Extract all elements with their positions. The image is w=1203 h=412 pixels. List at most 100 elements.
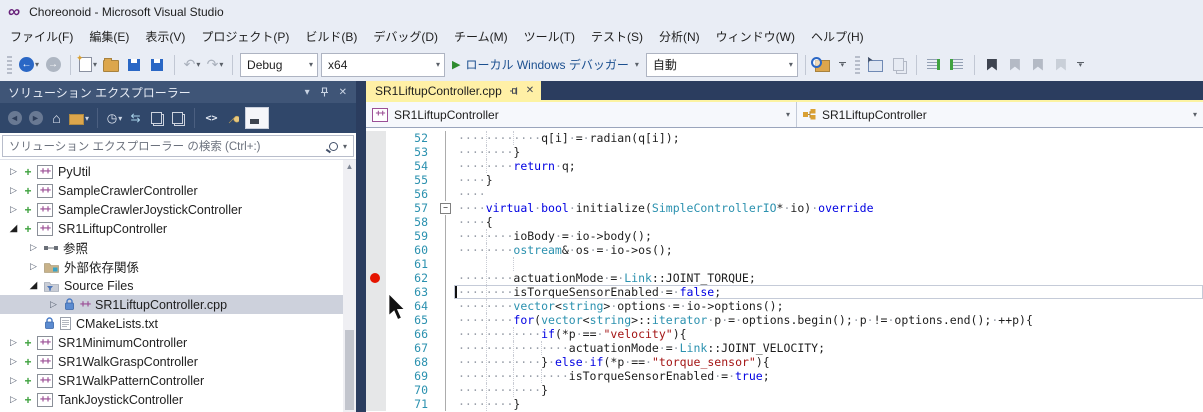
code-text[interactable]: ············} (454, 383, 1203, 397)
configuration-combo[interactable]: Debug▾ (240, 53, 318, 77)
tree-item-9[interactable]: ▷+++SR1MinimumController (0, 333, 343, 352)
previous-bookmark-button[interactable] (1005, 54, 1025, 76)
code-text[interactable]: ········for(vector<string>::iterator·p·=… (454, 313, 1203, 327)
expander-icon[interactable]: ▷ (8, 394, 19, 405)
collapse-all-button[interactable] (169, 108, 186, 128)
start-debugging-button[interactable]: ▶ローカル Windows デバッガー▾ (448, 54, 643, 76)
scroll-thumb[interactable] (345, 330, 354, 410)
close-tab-icon[interactable]: ✕ (526, 85, 534, 96)
tree-item-4[interactable]: ▷参照 (0, 238, 343, 257)
expander-icon[interactable]: ▷ (28, 242, 39, 253)
outline-margin[interactable] (438, 327, 454, 341)
expander-icon[interactable]: ▷ (8, 185, 19, 196)
code-line-52[interactable]: 52············q[i]·=·radian(q[i]); (366, 131, 1203, 145)
code-line-70[interactable]: 70············} (366, 383, 1203, 397)
outline-margin[interactable] (438, 369, 454, 383)
breakpoint-margin[interactable] (366, 327, 386, 341)
menu-item-4[interactable]: ビルド(B) (297, 25, 365, 48)
breakpoint-margin[interactable] (366, 397, 386, 411)
tree-scrollbar[interactable]: ▲ (343, 160, 356, 412)
expander-icon[interactable]: ▷ (8, 166, 19, 177)
code-line-53[interactable]: 53········} (366, 145, 1203, 159)
menu-item-1[interactable]: 編集(E) (81, 25, 137, 48)
menu-item-5[interactable]: デバッグ(D) (365, 25, 446, 48)
pending-changes-filter-button[interactable]: ◷▾ (106, 108, 123, 128)
code-text[interactable]: ···· (454, 187, 1203, 201)
breakpoint-margin[interactable] (366, 383, 386, 397)
breakpoint-margin[interactable] (366, 201, 386, 215)
code-line-57[interactable]: 57−····virtual·bool·initialize(SimpleCon… (366, 201, 1203, 215)
tree-item-10[interactable]: ▷+++SR1WalkGraspController (0, 352, 343, 371)
home-button[interactable]: ⌂ (48, 108, 65, 128)
forward-button[interactable]: ► (27, 108, 44, 128)
outline-margin[interactable] (438, 313, 454, 327)
breakpoint-margin[interactable] (366, 159, 386, 173)
tree-item-1[interactable]: ▷+++SampleCrawlerController (0, 181, 343, 200)
breakpoint-margin[interactable] (366, 369, 386, 383)
outline-margin[interactable] (438, 383, 454, 397)
toggle-bookmark-button[interactable] (982, 54, 1002, 76)
collapse-region-icon[interactable]: − (440, 203, 451, 214)
redo-button[interactable]: ↷▾ (205, 54, 225, 76)
code-text[interactable]: ········ostream&·os·=·io->os(); (454, 243, 1203, 257)
sync-with-active-document-button[interactable]: ⇆ (127, 108, 144, 128)
save-all-button[interactable] (147, 54, 167, 76)
outline-margin[interactable] (438, 243, 454, 257)
expander-icon[interactable]: ◢ (8, 223, 19, 234)
view-code-button[interactable]: <> (203, 108, 220, 128)
breakpoint-margin[interactable] (366, 257, 386, 271)
platform-combo[interactable]: x64▾ (321, 53, 445, 77)
pin-panel-button[interactable] (315, 87, 334, 98)
tree-item-3[interactable]: ◢+++SR1LiftupController (0, 219, 343, 238)
next-bookmark-button[interactable] (1028, 54, 1048, 76)
outline-margin[interactable] (438, 257, 454, 271)
breakpoint-margin[interactable] (366, 313, 386, 327)
code-editor[interactable]: 52············q[i]·=·radian(q[i]);53····… (366, 128, 1203, 412)
outline-margin[interactable] (438, 299, 454, 313)
navigate-to-button[interactable] (866, 54, 886, 76)
breakpoint-margin[interactable] (366, 285, 386, 299)
code-line-69[interactable]: 69················isTorqueSensorEnabled·… (366, 369, 1203, 383)
tree-item-11[interactable]: ▷+++SR1WalkPatternController (0, 371, 343, 390)
tree-item-0[interactable]: ▷+++PyUtil (0, 162, 343, 181)
breakpoint-margin[interactable] (366, 243, 386, 257)
expander-icon[interactable]: ▷ (8, 337, 19, 348)
navigate-back-button[interactable]: ←▾ (18, 54, 40, 76)
outline-margin[interactable] (438, 271, 454, 285)
menu-item-8[interactable]: テスト(S) (583, 25, 651, 48)
tree-item-6[interactable]: ◢Source Files (0, 276, 343, 295)
outline-margin[interactable] (438, 173, 454, 187)
toolbar-grip-2[interactable] (855, 56, 860, 74)
panel-splitter[interactable] (356, 81, 366, 412)
menu-item-7[interactable]: ツール(T) (516, 25, 583, 48)
code-text[interactable]: ····{ (454, 215, 1203, 229)
switch-views-button[interactable]: ▾ (69, 108, 89, 128)
code-line-61[interactable]: 61 (366, 257, 1203, 271)
menu-item-0[interactable]: ファイル(F) (2, 25, 81, 48)
expander-icon[interactable]: ▷ (28, 261, 39, 272)
menu-item-6[interactable]: チーム(M) (446, 25, 516, 48)
code-line-62[interactable]: 62········actuationMode·=·Link::JOINT_TO… (366, 271, 1203, 285)
breakpoint-margin[interactable] (366, 187, 386, 201)
outline-margin[interactable]: − (438, 201, 454, 215)
code-text[interactable]: ········isTorqueSensorEnabled·=·false; (454, 285, 1203, 299)
code-text[interactable]: ········actuationMode·=·Link::JOINT_TORQ… (454, 271, 1203, 285)
outline-margin[interactable] (438, 159, 454, 173)
close-panel-button[interactable]: ✕ (334, 87, 352, 98)
toolbar-grip[interactable] (7, 56, 12, 74)
code-line-54[interactable]: 54········return·q; (366, 159, 1203, 173)
copy-button[interactable] (889, 54, 909, 76)
expander-icon[interactable]: ◢ (28, 280, 39, 291)
clear-bookmarks-button[interactable] (1051, 54, 1071, 76)
code-line-56[interactable]: 56···· (366, 187, 1203, 201)
toolbar-overflow-button[interactable]: ▾ (839, 62, 846, 68)
code-line-67[interactable]: 67················actuationMode·=·Link::… (366, 341, 1203, 355)
tree-item-12[interactable]: ▷+++TankJoystickController (0, 390, 343, 409)
outline-margin[interactable] (438, 131, 454, 145)
breakpoint-margin[interactable] (366, 341, 386, 355)
expander-icon[interactable]: ▷ (8, 204, 19, 215)
code-line-66[interactable]: 66············if(*p·==·"velocity"){ (366, 327, 1203, 341)
breakpoint-margin[interactable] (366, 215, 386, 229)
breakpoint-margin[interactable] (366, 271, 386, 285)
outline-margin[interactable] (438, 187, 454, 201)
